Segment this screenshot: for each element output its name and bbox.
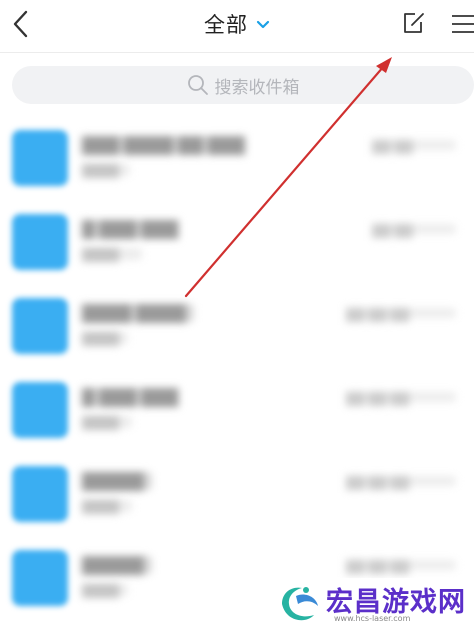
sender-name: ████ ████: [82, 304, 194, 323]
sender-name: █ ███ ███: [82, 220, 179, 239]
sender-avatar: [12, 214, 68, 270]
compose-button[interactable]: [401, 10, 427, 36]
search-placeholder: 搜索收件箱: [214, 77, 300, 98]
sender-avatar: [12, 466, 68, 522]
mail-list-item[interactable]: ████ ████ ████ ██ ██ ██: [0, 286, 474, 370]
menu-icon: [452, 15, 474, 33]
site-watermark-url: www.hcs-laser.com: [334, 614, 411, 623]
mail-time: ██ ██: [372, 224, 456, 238]
sender-avatar: [12, 382, 68, 438]
sender-name: █ ███ ███: [82, 388, 179, 407]
sender-name: ███ ████ ██ ███: [82, 136, 245, 155]
folder-selector[interactable]: 全部: [204, 9, 270, 39]
mail-list-item[interactable]: ███ ████ ██ ███ ████ ██ ██: [0, 118, 474, 202]
mail-time: ██ ██ ██: [346, 392, 456, 406]
mail-list-item[interactable]: █ ███ ███ ████ ██ ██: [0, 202, 474, 286]
sender-avatar: [12, 298, 68, 354]
mail-preview: ████: [82, 248, 142, 262]
mail-preview: ████: [82, 500, 132, 514]
mail-preview: ████: [82, 332, 128, 346]
mail-time: ██ ██ ██: [346, 476, 456, 490]
sender-avatar: [12, 550, 68, 606]
sender-avatar: [12, 130, 68, 186]
mail-list-item[interactable]: █ ███ ███ ████ ██ ██ ██: [0, 370, 474, 454]
mail-time: ██ ██ ██: [346, 308, 456, 322]
mail-list: ███ ████ ██ ███ ████ ██ ██ █ ███ ███ ███…: [0, 118, 474, 622]
site-logo-icon: [282, 587, 318, 621]
top-nav-bar: 全部: [0, 0, 474, 53]
chevron-down-icon: [256, 20, 270, 29]
menu-button[interactable]: [449, 12, 474, 36]
page-title: 全部: [204, 13, 248, 37]
mail-preview: ████: [82, 164, 130, 178]
mail-time: ██ ██ ██: [346, 560, 456, 574]
sender-name: █████: [82, 472, 152, 491]
search-icon: [187, 75, 208, 95]
search-input[interactable]: 搜索收件箱: [12, 66, 474, 104]
compose-icon: [404, 13, 424, 33]
mail-list-item[interactable]: █████ ████ ██ ██ ██: [0, 454, 474, 538]
mail-time: ██ ██: [372, 140, 456, 154]
sender-name: █████: [82, 556, 152, 575]
mail-preview: ████: [82, 416, 132, 430]
site-watermark: 宏昌游戏网 www.hcs-laser.com: [276, 578, 474, 627]
mail-preview: ████: [82, 584, 128, 598]
